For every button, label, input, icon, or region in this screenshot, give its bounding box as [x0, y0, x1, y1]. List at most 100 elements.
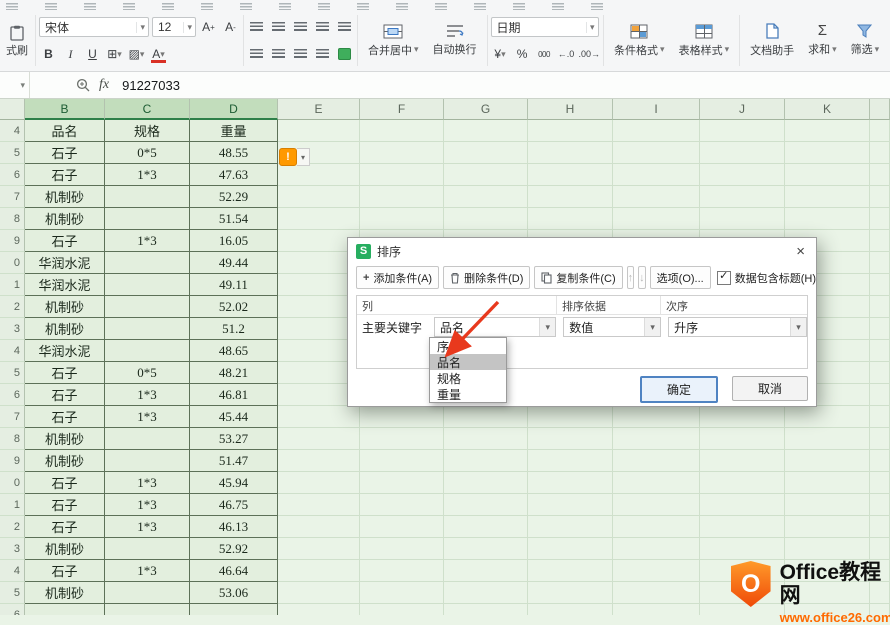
toolbar-fragment-icon[interactable]	[318, 3, 330, 10]
ok-button[interactable]: 确定	[640, 376, 718, 403]
cell[interactable]: 45.44	[190, 406, 278, 428]
cell[interactable]	[278, 406, 360, 428]
borders-button[interactable]: ⊞▾	[105, 45, 124, 64]
cell[interactable]	[785, 428, 870, 450]
cell[interactable]: 53.06	[190, 582, 278, 604]
cell[interactable]: 49.11	[190, 274, 278, 296]
combo-caret-icon[interactable]: ▾	[790, 318, 806, 336]
row-header[interactable]: 8	[0, 208, 25, 230]
align-right-icon[interactable]	[291, 45, 310, 64]
cell[interactable]: 1*3	[105, 384, 190, 406]
move-down-button[interactable]: ↓	[638, 266, 646, 289]
cell[interactable]	[613, 142, 700, 164]
cell[interactable]	[360, 142, 444, 164]
cell[interactable]	[870, 142, 890, 164]
cell[interactable]	[700, 472, 785, 494]
cell[interactable]	[278, 208, 360, 230]
cell[interactable]: 0*5	[105, 142, 190, 164]
cell[interactable]	[785, 208, 870, 230]
cell[interactable]	[870, 516, 890, 538]
cell[interactable]	[700, 450, 785, 472]
combo-caret-icon[interactable]: ▾	[644, 318, 660, 336]
cell[interactable]	[444, 604, 528, 615]
cell[interactable]	[278, 186, 360, 208]
row-header[interactable]: 5	[0, 582, 25, 604]
decrease-indent-icon[interactable]	[313, 18, 332, 37]
cell[interactable]	[360, 560, 444, 582]
cell[interactable]	[613, 582, 700, 604]
cell[interactable]: 45.94	[190, 472, 278, 494]
increase-decimal-icon[interactable]: ←.0	[557, 45, 576, 64]
cell[interactable]	[360, 406, 444, 428]
row-header[interactable]: 4	[0, 560, 25, 582]
cell[interactable]: 石子	[25, 384, 105, 406]
toolbar-fragment-icon[interactable]	[474, 3, 486, 10]
cell[interactable]	[700, 208, 785, 230]
align-left-icon[interactable]	[247, 45, 266, 64]
increase-font-button[interactable]: A+	[199, 18, 218, 37]
cell[interactable]	[360, 604, 444, 615]
cell[interactable]	[105, 604, 190, 615]
paste-icon[interactable]	[8, 23, 27, 42]
cell[interactable]	[870, 340, 890, 362]
error-check-smart-tag[interactable]: ! ▾	[279, 148, 310, 166]
cell[interactable]	[700, 120, 785, 142]
align-top-icon[interactable]	[247, 18, 266, 37]
cell[interactable]	[444, 186, 528, 208]
dropdown-item-1[interactable]: 品名	[430, 354, 506, 370]
cell[interactable]	[870, 296, 890, 318]
cell[interactable]: 0*5	[105, 362, 190, 384]
dropdown-item-3[interactable]: 重量	[430, 386, 506, 402]
warning-icon[interactable]: !	[279, 148, 297, 166]
toolbar-fragment-icon[interactable]	[123, 3, 135, 10]
cell[interactable]	[444, 450, 528, 472]
row-header[interactable]: 1	[0, 494, 25, 516]
cell[interactable]	[785, 406, 870, 428]
cell[interactable]: 52.29	[190, 186, 278, 208]
cell[interactable]	[360, 516, 444, 538]
column-header-D[interactable]: D	[190, 99, 278, 120]
cell[interactable]: 华润水泥	[25, 274, 105, 296]
cell[interactable]	[444, 516, 528, 538]
cell[interactable]: 1*3	[105, 230, 190, 252]
row-header[interactable]: 2	[0, 516, 25, 538]
cell[interactable]: 51.2	[190, 318, 278, 340]
align-bottom-icon[interactable]	[291, 18, 310, 37]
cell[interactable]	[785, 538, 870, 560]
cell[interactable]	[528, 472, 613, 494]
cell[interactable]	[105, 274, 190, 296]
row-header[interactable]: 4	[0, 120, 25, 142]
column-header-H[interactable]: H	[528, 99, 613, 120]
row-header[interactable]: 6	[0, 164, 25, 186]
cell[interactable]	[278, 120, 360, 142]
cell[interactable]: 机制砂	[25, 186, 105, 208]
cell[interactable]: 49.44	[190, 252, 278, 274]
filter-button[interactable]: 筛选▾	[844, 10, 887, 71]
cell[interactable]: 石子	[25, 516, 105, 538]
cell[interactable]	[278, 582, 360, 604]
cell[interactable]: 石子	[25, 560, 105, 582]
name-box[interactable]: ▾	[0, 72, 30, 98]
cell[interactable]: 16.05	[190, 230, 278, 252]
cell[interactable]	[360, 428, 444, 450]
cell[interactable]	[870, 186, 890, 208]
cell[interactable]: 47.63	[190, 164, 278, 186]
cell[interactable]	[528, 208, 613, 230]
toolbar-fragment-icon[interactable]	[279, 3, 291, 10]
cell[interactable]	[700, 142, 785, 164]
align-middle-icon[interactable]	[269, 18, 288, 37]
sort-key-combo[interactable]: 品名▾	[434, 317, 556, 337]
cell[interactable]: 石子	[25, 142, 105, 164]
cell[interactable]	[870, 230, 890, 252]
dropdown-item-2[interactable]: 规格	[430, 370, 506, 386]
cell[interactable]	[444, 582, 528, 604]
toolbar-fragment-icon[interactable]	[435, 3, 447, 10]
cell[interactable]: 石子	[25, 362, 105, 384]
cell[interactable]	[870, 494, 890, 516]
cell[interactable]	[613, 164, 700, 186]
bold-button[interactable]: B	[39, 45, 58, 64]
cell[interactable]: 机制砂	[25, 538, 105, 560]
row-header[interactable]: 7	[0, 186, 25, 208]
copy-condition-button[interactable]: 复制条件(C)	[534, 266, 622, 289]
cell[interactable]: 48.65	[190, 340, 278, 362]
